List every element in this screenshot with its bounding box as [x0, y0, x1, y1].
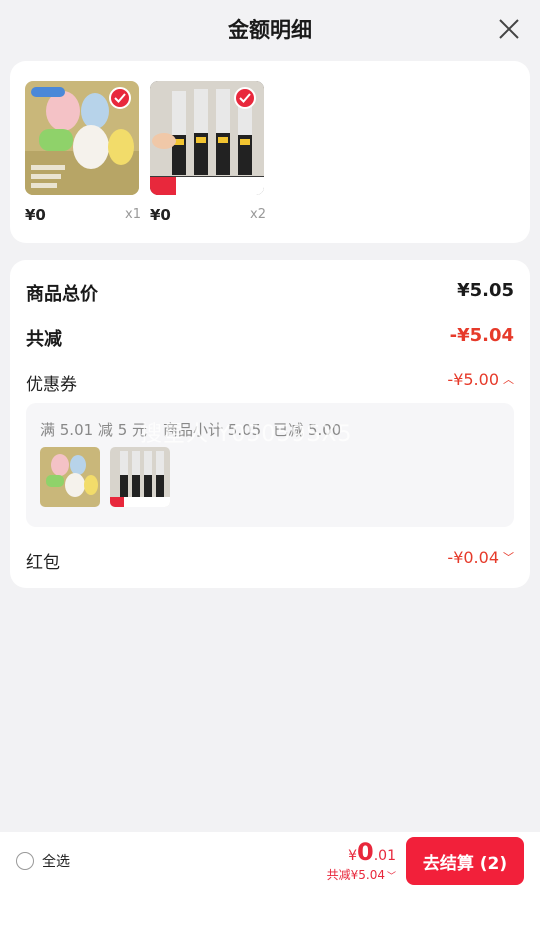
product-quantity: x2 [250, 207, 266, 222]
amount-integer: 0 [357, 838, 374, 866]
watermark-text: 搜星人 Y05059SX5 [140, 422, 353, 447]
redpacket-toggle[interactable]: -¥0.04 ﹀ [447, 548, 514, 567]
payable-amount: ¥0.01 [327, 838, 396, 866]
total-discount-value: -¥5.04 [449, 325, 514, 346]
payable-total: ¥0.01 共减¥5.04 ﹀ [327, 838, 396, 883]
coupon-toggle[interactable]: -¥5.00 ︿ [447, 370, 514, 389]
product-price: ¥0 [150, 206, 171, 224]
chevron-down-icon: ﹀ [386, 872, 396, 882]
radio-unchecked-icon[interactable] [16, 852, 34, 870]
total-reduction-text: 共减¥5.04 [326, 868, 385, 882]
coupon-value: -¥5.00 [447, 370, 499, 389]
checkout-bar: 全选 ¥0.01 共减¥5.04 ﹀ 去结算 (2) [0, 832, 540, 890]
total-reduction-link[interactable]: 共减¥5.04 ﹀ [327, 866, 396, 883]
chevron-down-icon: ﹀ [503, 551, 514, 564]
total-discount-label: 共减 [26, 329, 62, 350]
select-all-label: 全选 [42, 854, 70, 870]
coupon-rule: 满 5.01 减 5 元 [40, 421, 148, 439]
product-thumbnail[interactable] [25, 81, 139, 195]
redpacket-value: -¥0.04 [447, 548, 499, 567]
chevron-up-icon: ︿ [503, 373, 514, 386]
select-all-toggle[interactable]: 全选 [16, 851, 70, 871]
product-price: ¥0 [25, 206, 46, 224]
close-icon[interactable] [498, 18, 520, 40]
redpacket-label: 红包 [26, 553, 60, 573]
amount-decimal: .01 [373, 848, 396, 864]
coupon-label: 优惠券 [26, 375, 77, 395]
coupon-product-thumbnail [110, 447, 170, 507]
total-price-label: 商品总价 [26, 284, 98, 305]
product-quantity: x1 [125, 207, 141, 222]
modal-header: 金额明细 [0, 0, 540, 60]
total-price-value: ¥5.05 [457, 280, 514, 301]
bottom-safe-area [0, 890, 540, 932]
product-list-card: ¥0 x1 ¥0 x2 [10, 61, 530, 243]
coupon-product-thumbnail [40, 447, 100, 507]
checkbox-checked-icon[interactable] [109, 87, 131, 109]
currency-symbol: ¥ [348, 848, 358, 864]
product-thumbnail[interactable] [150, 81, 264, 195]
page-title: 金额明细 [228, 18, 312, 42]
product-item[interactable]: ¥0 x2 [150, 81, 266, 224]
checkout-button[interactable]: 去结算 (2) [406, 837, 524, 885]
checkbox-checked-icon[interactable] [234, 87, 256, 109]
product-item[interactable]: ¥0 x1 [25, 81, 141, 224]
